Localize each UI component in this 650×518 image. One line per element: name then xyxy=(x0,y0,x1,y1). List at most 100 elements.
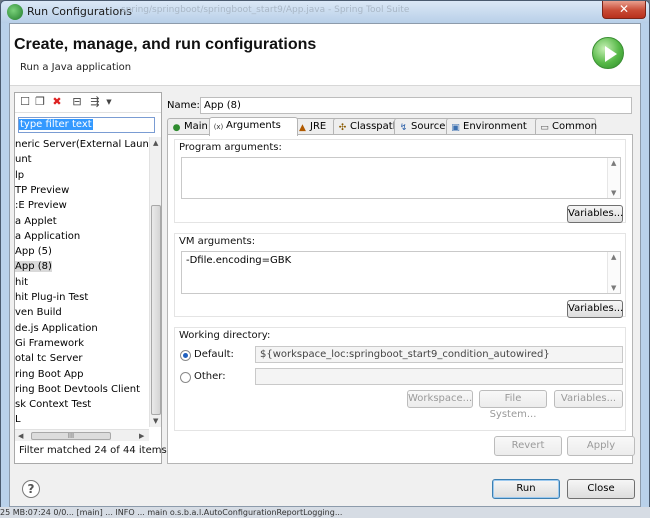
tree-item-label: a Applet xyxy=(15,215,57,227)
tree-item[interactable]: Gi Framework xyxy=(15,336,84,351)
tree-item-label: sk Context Test xyxy=(15,399,92,411)
window-close-button[interactable]: ✕ xyxy=(602,1,646,19)
duplicate-icon[interactable]: ❐ xyxy=(34,96,46,108)
name-label: Name: xyxy=(167,100,200,111)
tree-item[interactable]: App (5) xyxy=(15,244,52,259)
tree-item-label: TP Preview xyxy=(15,184,70,196)
collapse-all-icon[interactable]: ⊟ xyxy=(71,96,83,108)
tree-item-label: Gi Framework xyxy=(15,337,85,349)
title-bar[interactable]: Run Configurations spring/springboot/spr… xyxy=(1,1,649,23)
filter-icon[interactable]: ⇶ xyxy=(89,96,101,108)
tree-item[interactable]: neric Server(External Launch xyxy=(15,137,149,152)
tree-item-label: ring Boot Devtools Client xyxy=(15,383,140,395)
working-directory-group: Working directory: Default: ${workspace_… xyxy=(174,327,626,431)
tree-item[interactable]: hit xyxy=(15,275,28,290)
tree-item[interactable]: ring Boot App xyxy=(15,367,84,382)
filter-status: Filter matched 24 of 44 items xyxy=(19,445,167,456)
workspace-button[interactable]: Workspace... xyxy=(407,390,473,408)
tree-item[interactable]: TP Preview xyxy=(15,183,69,198)
tab-label: Classpath xyxy=(350,121,400,132)
jre-icon: ▲ xyxy=(299,123,306,133)
tree-item[interactable]: hit Plug-in Test xyxy=(15,290,88,305)
main-icon: ● xyxy=(172,123,181,133)
vertical-scroll-thumb[interactable] xyxy=(151,205,161,415)
apply-button[interactable]: Apply xyxy=(567,436,635,456)
arguments-icon: (x) xyxy=(213,123,224,131)
background-console-text: 25 MB:07:24 0/0... [main] ... INFO ... m… xyxy=(0,507,650,518)
tree-item[interactable]: lp xyxy=(15,168,24,183)
tree-item[interactable]: unt xyxy=(15,152,32,167)
tree-item-label: unt xyxy=(15,154,32,166)
tree-item-label: :E Preview xyxy=(15,200,67,212)
tree-item[interactable]: ring Boot Devtools Client xyxy=(15,382,140,397)
arguments-tab-pane: Program arguments: ▲ ▼ Variables... VM ar… xyxy=(167,134,635,464)
program-variables-button[interactable]: Variables... xyxy=(567,205,623,223)
tab-label: Main xyxy=(184,121,208,132)
name-field[interactable]: App (8) xyxy=(200,97,632,114)
tab-source[interactable]: ↯ Source xyxy=(394,118,451,135)
default-radio[interactable] xyxy=(180,350,191,361)
working-variables-button[interactable]: Variables... xyxy=(554,390,623,408)
vm-arguments-scrollbar[interactable]: ▲ ▼ xyxy=(607,252,620,293)
tree-item[interactable]: ven Build xyxy=(15,305,62,320)
program-arguments-group: Program arguments: ▲ ▼ Variables... xyxy=(174,139,626,223)
tab-jre[interactable]: ▲ JRE xyxy=(293,118,338,135)
file-system-button[interactable]: File System... xyxy=(479,390,547,420)
tree-item-label: hit Plug-in Test xyxy=(15,292,89,303)
other-directory-field[interactable] xyxy=(255,368,623,385)
vm-arguments-textarea[interactable]: -Dfile.encoding=GBK ▲ ▼ xyxy=(181,251,621,294)
tab-common[interactable]: ▭ Common xyxy=(535,118,598,135)
tree-item[interactable]: :E Preview xyxy=(15,198,67,213)
tab-label: Common xyxy=(552,121,598,132)
vm-variables-button[interactable]: Variables... xyxy=(567,300,623,318)
close-button[interactable]: Close xyxy=(567,479,635,499)
tab-label: Environment xyxy=(463,121,527,132)
other-radio[interactable] xyxy=(180,372,191,383)
default-label: Default: xyxy=(194,349,234,360)
scroll-down-icon[interactable]: ▼ xyxy=(153,417,158,425)
filter-input[interactable]: type filter text xyxy=(18,117,155,133)
dialog-header: Create, manage, and run configurations R… xyxy=(10,24,640,86)
tree-item[interactable]: a Application xyxy=(15,229,80,244)
tree-item-label: hit xyxy=(15,276,29,288)
tree-item[interactable]: sk Context Test xyxy=(15,397,91,412)
run-button[interactable]: Run xyxy=(492,479,560,499)
vm-arguments-group: VM arguments: -Dfile.encoding=GBK ▲ ▼ Var… xyxy=(174,233,626,318)
tab-label: Source xyxy=(411,121,446,132)
run-banner-icon xyxy=(592,37,624,69)
vm-arguments-label: VM arguments: xyxy=(179,236,256,247)
tab-classpath[interactable]: ✣ Classpath xyxy=(333,118,399,135)
background-window-title: spring/springboot/springboot_start9/App.… xyxy=(121,5,410,15)
tree-item-label: L xyxy=(15,414,21,426)
tab-environment[interactable]: ▣ Environment xyxy=(446,118,540,135)
tree-horizontal-scrollbar[interactable]: ◀ III ▶ xyxy=(15,429,149,441)
tree-item-label: neric Server(External Launch xyxy=(15,139,149,150)
configurations-toolbar: ☐ ❐ ✖ ⊟ ⇶ ▼ xyxy=(15,93,161,113)
tree-item[interactable]: L xyxy=(15,412,21,427)
tree-item[interactable]: a Applet xyxy=(15,214,57,229)
vm-arguments-value: -Dfile.encoding=GBK xyxy=(186,255,292,266)
revert-button[interactable]: Revert xyxy=(494,436,562,456)
program-arguments-textarea[interactable]: ▲ ▼ xyxy=(181,157,621,199)
tree-vertical-scrollbar[interactable]: ▲ ▼ xyxy=(149,137,161,427)
help-icon[interactable]: ? xyxy=(22,480,40,498)
app-icon xyxy=(7,4,23,20)
new-config-icon[interactable]: ☐ xyxy=(19,96,31,108)
tree-item[interactable]: otal tc Server xyxy=(15,351,83,366)
working-directory-label: Working directory: xyxy=(179,330,271,341)
window-title: Run Configurations xyxy=(27,5,132,18)
dropdown-icon[interactable]: ▼ xyxy=(103,96,115,108)
configuration-tree[interactable]: neric Server(External Launch unt lp TP Prev… xyxy=(15,137,149,433)
horizontal-scroll-thumb[interactable]: III xyxy=(31,432,111,440)
tab-main[interactable]: ● Main xyxy=(167,118,214,135)
program-arguments-scrollbar[interactable]: ▲ ▼ xyxy=(607,158,620,198)
tree-item[interactable]: de.js Application xyxy=(15,321,98,336)
scroll-right-icon[interactable]: ▶ xyxy=(139,432,144,440)
tree-item-label: lp xyxy=(15,169,25,181)
delete-icon[interactable]: ✖ xyxy=(51,96,63,108)
tree-item[interactable]: App (8) xyxy=(15,259,52,274)
tab-arguments[interactable]: (x) Arguments xyxy=(209,117,298,136)
tab-label: Arguments xyxy=(226,120,281,131)
scroll-up-icon[interactable]: ▲ xyxy=(153,139,158,147)
scroll-left-icon[interactable]: ◀ xyxy=(18,432,23,440)
